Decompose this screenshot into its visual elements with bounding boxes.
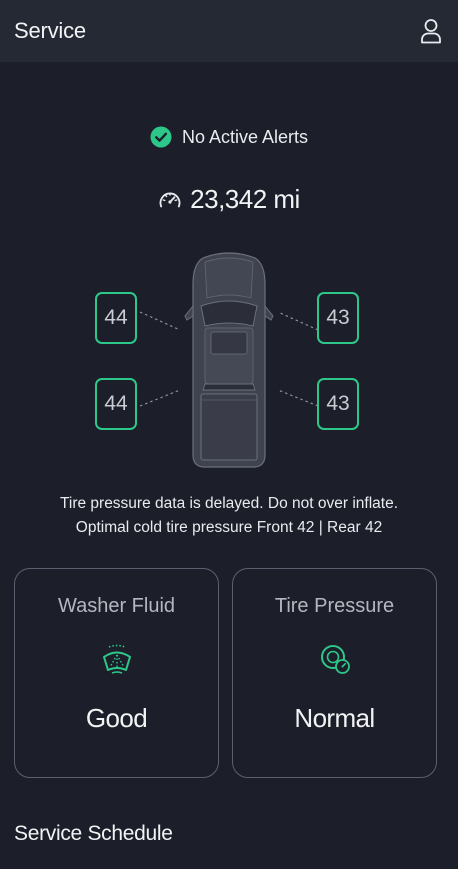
vehicle-tire-diagram: 44 43 44 43 xyxy=(0,250,458,472)
app-header: Service xyxy=(0,0,458,62)
speedometer-icon xyxy=(159,192,181,207)
tire-pressure-info: Tire pressure data is delayed. Do not ov… xyxy=(0,492,458,540)
tire-info-line-1: Tire pressure data is delayed. Do not ov… xyxy=(59,495,399,512)
tire-pressure-status: Normal xyxy=(294,703,375,733)
alerts-label: No Active Alerts xyxy=(181,126,309,147)
tire-info-line-2: Optimal cold tire pressure Front 42 | Re… xyxy=(75,519,383,536)
washer-fluid-status: Good xyxy=(85,703,148,733)
service-schedule-heading: Service Schedule xyxy=(14,822,173,845)
check-circle-icon xyxy=(150,126,172,148)
tire-front-right: 43 xyxy=(317,292,359,344)
windshield-washer-icon xyxy=(102,644,131,674)
washer-fluid-title: Washer Fluid xyxy=(57,595,176,617)
odometer: 23,342 mi xyxy=(0,184,458,215)
tire-pressure-icon xyxy=(320,645,350,674)
odometer-value: 23,342 mi xyxy=(190,184,300,214)
tire-rear-left: 44 xyxy=(95,378,137,430)
washer-fluid-card[interactable]: Washer Fluid Good xyxy=(14,568,219,778)
tire-pressure-title: Tire Pressure xyxy=(274,595,395,617)
user-icon xyxy=(421,19,441,44)
tire-rear-right: 43 xyxy=(317,378,359,430)
page-title: Service xyxy=(14,18,86,43)
alerts-status[interactable]: No Active Alerts xyxy=(0,126,458,148)
tire-front-left: 44 xyxy=(95,292,137,344)
tire-pressure-card[interactable]: Tire Pressure Normal xyxy=(232,568,437,778)
service-screen: Service No Active Alerts 23,342 mi 44 43… xyxy=(0,0,458,869)
profile-button[interactable] xyxy=(418,16,444,46)
vehicle-top-view-icon xyxy=(184,252,274,468)
